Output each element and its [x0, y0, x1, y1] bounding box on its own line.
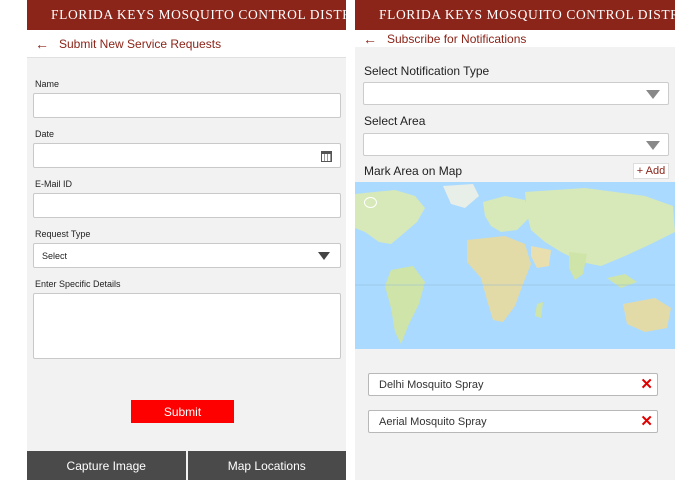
details-textarea[interactable] — [33, 293, 341, 359]
map-icon — [355, 182, 675, 349]
mark-area-label: Mark Area on Map — [364, 164, 463, 178]
date-label: Date — [35, 129, 55, 139]
area-chip-label: Delhi Mosquito Spray — [379, 378, 484, 391]
capture-image-button[interactable]: Capture Image — [27, 451, 186, 480]
notification-type-select[interactable] — [363, 82, 669, 105]
add-area-button[interactable]: + Add — [633, 163, 669, 179]
notification-type-label: Select Notification Type — [364, 64, 490, 78]
area-chip-label: Aerial Mosquito Spray — [379, 415, 487, 428]
name-input[interactable] — [33, 93, 341, 118]
email-label: E-Mail ID — [35, 179, 73, 189]
details-label: Enter Specific Details — [35, 279, 121, 289]
notification-screen: FLORIDA KEYS MOSQUITO CONTROL DISTRICT ←… — [355, 0, 675, 480]
bottom-action-bar: Capture Image Map Locations — [27, 451, 346, 480]
app-title: FLORIDA KEYS MOSQUITO CONTROL DISTRICT — [51, 7, 346, 22]
dropdown-caret-icon — [646, 141, 660, 150]
back-arrow-icon[interactable]: ← — [363, 31, 383, 47]
area-chip: Aerial Mosquito Spray ✕ — [368, 410, 658, 433]
back-arrow-icon[interactable]: ← — [35, 36, 55, 52]
page-title: Submit New Service Requests — [59, 36, 222, 51]
page-header: ← Submit New Service Requests — [27, 30, 346, 58]
remove-icon[interactable]: ✕ — [640, 413, 653, 430]
email-input[interactable] — [33, 193, 341, 218]
map-chat-icon[interactable] — [364, 197, 377, 208]
date-input[interactable] — [33, 143, 341, 168]
dropdown-caret-icon — [318, 252, 330, 260]
page-title: Subscribe for Notifications — [387, 31, 527, 46]
app-header: FLORIDA KEYS MOSQUITO CONTROL DISTRICT — [27, 0, 346, 30]
page-header: ← Subscribe for Notifications — [355, 30, 675, 47]
app-header: FLORIDA KEYS MOSQUITO CONTROL DISTRICT — [355, 0, 675, 30]
world-map[interactable] — [355, 182, 675, 349]
remove-icon[interactable]: ✕ — [640, 376, 653, 393]
submit-button[interactable]: Submit — [131, 400, 234, 423]
request-type-select[interactable]: Select — [33, 243, 341, 268]
area-chip: Delhi Mosquito Spray ✕ — [368, 373, 658, 396]
calendar-icon[interactable] — [321, 151, 332, 162]
name-label: Name — [35, 79, 60, 89]
area-select[interactable] — [363, 133, 669, 156]
map-locations-button[interactable]: Map Locations — [185, 451, 346, 480]
request-type-value: Select — [42, 250, 68, 261]
dropdown-caret-icon — [646, 90, 660, 99]
app-title: FLORIDA KEYS MOSQUITO CONTROL DISTRICT — [379, 7, 675, 22]
request-type-label: Request Type — [35, 229, 91, 239]
service-request-screen: FLORIDA KEYS MOSQUITO CONTROL DISTRICT ←… — [27, 0, 346, 480]
area-label: Select Area — [364, 114, 426, 128]
